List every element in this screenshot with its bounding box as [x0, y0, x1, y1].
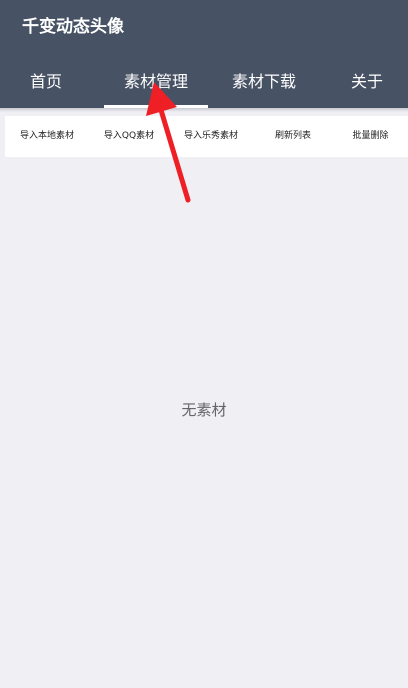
- red-arrow-icon: [146, 82, 191, 203]
